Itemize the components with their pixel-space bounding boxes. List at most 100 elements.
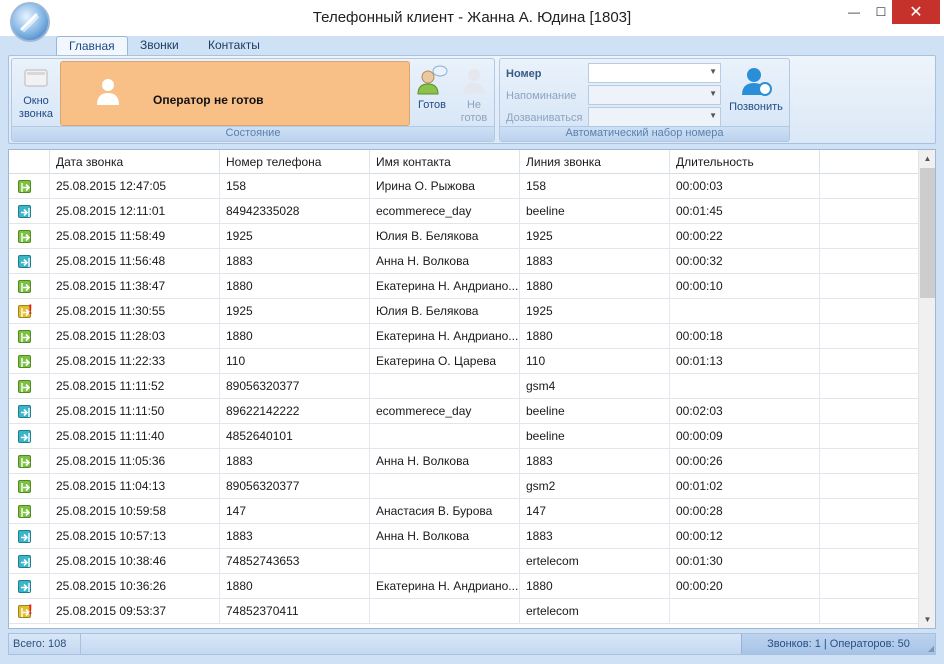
table-row[interactable]: 25.08.2015 11:38:47 1880 Екатерина Н. Андр… — [9, 274, 919, 299]
contact-name: Анна Н. Волкова — [370, 249, 520, 274]
close-button[interactable]: ✕ — [892, 0, 940, 24]
call-duration — [670, 374, 820, 399]
filler-cell — [820, 524, 919, 549]
table-row[interactable]: 25.08.2015 12:11:01 84942335028 ecommerece… — [9, 199, 919, 224]
contact-name — [370, 424, 520, 449]
phone-number: 89056320377 — [220, 374, 370, 399]
contact-name: Юлия В. Белякова — [370, 299, 520, 324]
table-row[interactable]: 25.08.2015 10:59:58 147 Анастасия В. Буров… — [9, 499, 919, 524]
table-row[interactable]: 25.08.2015 10:38:46 74852743653 ertelecom 0… — [9, 549, 919, 574]
contact-name — [370, 374, 520, 399]
call-duration: 00:02:03 — [670, 399, 820, 424]
call-button[interactable]: Позвонить — [724, 65, 788, 114]
table-row[interactable]: 25.08.2015 10:36:26 1880 Екатерина Н. Андр… — [9, 574, 919, 599]
call-type-cell — [9, 174, 50, 199]
resize-grip-icon[interactable]: ◢ — [928, 644, 934, 653]
call-type-cell — [9, 574, 50, 599]
ready-button[interactable]: Готов — [412, 65, 452, 112]
call-type-cell — [9, 349, 50, 374]
tab-contacts[interactable]: Контакты — [196, 36, 272, 56]
column-header-contact[interactable]: Имя контакта — [370, 150, 520, 174]
call-line: gsm4 — [520, 374, 670, 399]
tab-calls[interactable]: Звонки — [128, 36, 191, 56]
vertical-scrollbar[interactable]: ▲ ▼ — [918, 150, 935, 628]
column-header-duration[interactable]: Длительность — [670, 150, 820, 174]
scroll-up-icon[interactable]: ▲ — [919, 150, 935, 167]
table-row[interactable]: 25.08.2015 11:58:49 1925 Юлия В. Белякова 1… — [9, 224, 919, 249]
call-duration: 00:00:03 — [670, 174, 820, 199]
filler-cell — [820, 574, 919, 599]
contact-name: Анна Н. Волкова — [370, 449, 520, 474]
call-type-cell — [9, 249, 50, 274]
table-row[interactable]: 25.08.2015 11:28:03 1880 Екатерина Н. Андр… — [9, 324, 919, 349]
call-type-cell — [9, 549, 50, 574]
call-line: 158 — [520, 174, 670, 199]
chevron-down-icon: ▼ — [709, 111, 717, 120]
filler-cell — [820, 249, 919, 274]
scroll-down-icon[interactable]: ▼ — [919, 611, 935, 628]
ribbon-tabs: Главная Звонки Контакты — [0, 36, 944, 56]
ready-label: Готов — [418, 99, 446, 111]
table-row[interactable]: 25.08.2015 11:11:40 4852640101 beeline 00:0… — [9, 424, 919, 449]
filler-cell — [820, 549, 919, 574]
redial-combo[interactable]: ▼ — [588, 107, 721, 127]
call-line: beeline — [520, 199, 670, 224]
table-row[interactable]: 25.08.2015 11:04:13 89056320377 gsm2 00:01:… — [9, 474, 919, 499]
phone-number: 74852370411 — [220, 599, 370, 624]
app-logo-icon[interactable] — [10, 2, 50, 42]
number-combo[interactable]: ▼ — [588, 63, 721, 83]
call-line: gsm2 — [520, 474, 670, 499]
call-line: 1880 — [520, 324, 670, 349]
table-row[interactable]: 25.08.2015 11:05:36 1883 Анна Н. Волкова 18… — [9, 449, 919, 474]
call-date: 25.08.2015 11:58:49 — [50, 224, 220, 249]
incoming-call-icon — [18, 580, 31, 593]
call-date: 25.08.2015 11:11:50 — [50, 399, 220, 424]
column-header-line[interactable]: Линия звонка — [520, 150, 670, 174]
phone-number: 1925 — [220, 224, 370, 249]
reminder-combo[interactable]: ▼ — [588, 85, 721, 105]
column-header-type[interactable] — [9, 150, 50, 174]
phone-number: 74852743653 — [220, 549, 370, 574]
phone-number: 84942335028 — [220, 199, 370, 224]
alert-icon: ! — [28, 301, 33, 317]
operator-status-panel: Оператор не готов — [60, 61, 410, 126]
table-row[interactable]: 25.08.2015 11:11:52 89056320377 gsm4 — [9, 374, 919, 399]
incoming-call-icon — [18, 405, 31, 418]
table-row[interactable]: ! 25.08.2015 11:30:55 1925 Юлия В. Белякова… — [9, 299, 919, 324]
call-duration: 00:01:02 — [670, 474, 820, 499]
call-label: Позвонить — [729, 101, 783, 113]
minimize-button[interactable]: — — [839, 0, 869, 24]
filler-cell — [820, 424, 919, 449]
table-row[interactable]: 25.08.2015 11:11:50 89622142222 ecommerece… — [9, 399, 919, 424]
call-date: 25.08.2015 11:56:48 — [50, 249, 220, 274]
filler-cell — [820, 199, 919, 224]
scroll-thumb[interactable] — [920, 168, 935, 298]
tab-main[interactable]: Главная — [56, 36, 128, 56]
call-duration: 00:00:18 — [670, 324, 820, 349]
table-row[interactable]: 25.08.2015 11:56:48 1883 Анна Н. Волкова 18… — [9, 249, 919, 274]
phone-number: 1880 — [220, 324, 370, 349]
table-row[interactable]: 25.08.2015 12:47:05 158 Ирина О. Рыжова 158… — [9, 174, 919, 199]
column-header-phone[interactable]: Номер телефона — [220, 150, 370, 174]
call-line: 1925 — [520, 299, 670, 324]
call-window-button[interactable]: Окно звонка — [14, 67, 58, 121]
call-line: 1925 — [520, 224, 670, 249]
number-label: Номер — [506, 68, 542, 80]
contact-name — [370, 599, 520, 624]
not-ready-button[interactable]: Не готов — [454, 65, 494, 125]
table-row[interactable]: ! 25.08.2015 09:53:37 74852370411 ertelecom — [9, 599, 919, 624]
phone-number: 110 — [220, 349, 370, 374]
call-date: 25.08.2015 11:30:55 — [50, 299, 220, 324]
call-duration — [670, 599, 820, 624]
call-duration: 00:00:26 — [670, 449, 820, 474]
column-header-date[interactable]: Дата звонка — [50, 150, 220, 174]
call-type-cell — [9, 399, 50, 424]
filler-cell — [820, 174, 919, 199]
call-line: 1883 — [520, 524, 670, 549]
table-row[interactable]: 25.08.2015 11:22:33 110 Екатерина О. Царев… — [9, 349, 919, 374]
call-line: beeline — [520, 424, 670, 449]
call-date: 25.08.2015 11:38:47 — [50, 274, 220, 299]
call-date: 25.08.2015 11:05:36 — [50, 449, 220, 474]
table-row[interactable]: 25.08.2015 10:57:13 1883 Анна Н. Волкова 18… — [9, 524, 919, 549]
outgoing-call-icon — [18, 505, 31, 518]
